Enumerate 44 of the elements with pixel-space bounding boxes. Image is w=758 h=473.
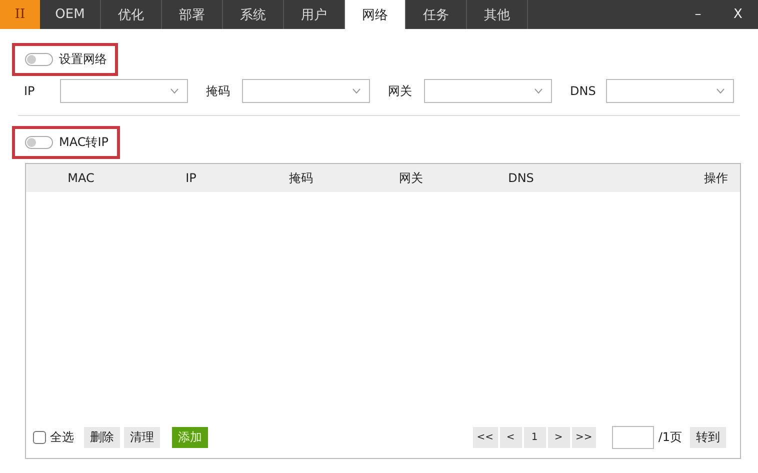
column-header: 掩码 [288, 170, 314, 186]
column-header: 网关 [398, 170, 424, 186]
minimize-button[interactable]: – [678, 0, 718, 29]
chevron-down-icon [352, 88, 361, 94]
chevron-down-icon [170, 88, 179, 94]
field-label: 掩码 [206, 82, 231, 100]
tab[interactable]: OEM [40, 0, 101, 29]
chevron-down-icon [716, 88, 725, 94]
app-logo: II [0, 0, 40, 29]
page-input[interactable] [612, 426, 654, 448]
dropdown-field[interactable] [60, 79, 188, 103]
dropdown-field[interactable] [242, 79, 370, 103]
pager-button[interactable]: > [548, 426, 570, 448]
tab[interactable]: 部署 [162, 0, 223, 29]
action-button[interactable]: 清理 [124, 426, 160, 448]
column-header: DNS [507, 171, 535, 185]
page-total: /1页 [658, 428, 682, 446]
toggle-label: MAC转IP [59, 134, 109, 151]
field-label: DNS [570, 84, 597, 98]
toggle-switch[interactable] [25, 53, 53, 66]
tab[interactable]: 系统 [223, 0, 284, 29]
select-all-checkbox[interactable] [33, 430, 46, 444]
pager-button[interactable]: < [500, 426, 522, 448]
checkbox-label: 全选 [50, 428, 74, 446]
action-button[interactable]: 删除 [84, 426, 120, 448]
toggle-switch[interactable] [25, 136, 53, 149]
tab[interactable]: 其他 [467, 0, 528, 29]
column-header: 操作 [703, 170, 729, 186]
field-label: IP [24, 84, 36, 98]
tab[interactable]: 任务 [406, 0, 467, 29]
toggle-label: 设置网络 [59, 51, 107, 68]
pager-button[interactable]: 1 [524, 426, 546, 448]
field-label: 网关 [388, 82, 413, 100]
pager-button[interactable]: << [472, 426, 498, 448]
column-header: IP [184, 171, 198, 185]
column-header: MAC [66, 171, 96, 185]
dropdown-field[interactable] [606, 79, 734, 103]
pager-button[interactable]: >> [572, 426, 596, 448]
chevron-down-icon [534, 88, 543, 94]
dropdown-field[interactable] [424, 79, 552, 103]
tab[interactable]: 优化 [101, 0, 162, 29]
goto-button[interactable]: 转到 [690, 426, 726, 448]
tab[interactable]: 网络 [345, 0, 406, 29]
close-button[interactable]: X [718, 0, 758, 29]
